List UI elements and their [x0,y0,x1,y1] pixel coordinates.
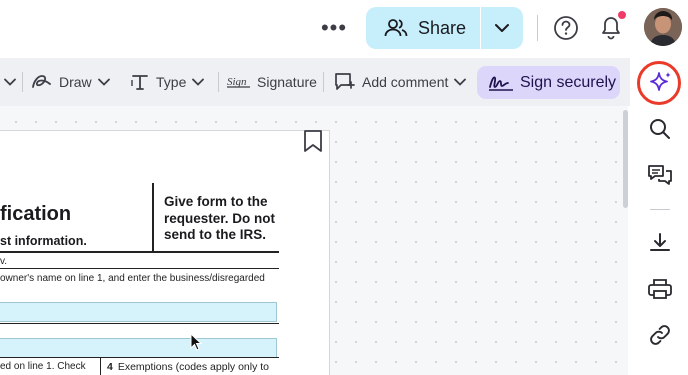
search-button[interactable] [645,114,675,144]
share-button-group: Share [366,7,523,49]
draw-icon [32,75,51,88]
chevron-down-icon [454,78,467,86]
rail-divider [650,209,670,210]
comments-button[interactable] [645,160,675,190]
share-options-button[interactable] [481,7,523,49]
chevron-down-icon [192,78,205,86]
form-column-divider [152,183,154,252]
form-title: fication [0,203,72,225]
signature-label: Signature [257,74,317,90]
type-tool[interactable]: Type [130,58,205,106]
form-rule [0,323,279,324]
print-button[interactable] [645,274,675,304]
help-button[interactable] [552,14,580,42]
header-divider [537,15,538,41]
help-icon [554,16,578,40]
form-instruction: Give form to the requester. Do not send … [164,194,276,242]
form-line-text: owner's name on line 1, and enter the bu… [0,273,265,284]
more-icon: ••• [320,15,348,40]
avatar[interactable] [644,8,682,46]
search-icon [650,119,670,139]
text-type-icon [131,75,148,90]
more-options-button[interactable]: ••• [318,14,350,42]
copy-link-button[interactable] [645,320,675,350]
classification-field[interactable] [0,338,277,358]
toolbar-divider [218,72,219,92]
toolbar-divider [323,72,324,92]
comments-icon [648,165,672,185]
edit-toolbar: Draw Type Sign Signature Add comment Sig… [0,58,630,106]
form-rule [0,251,279,253]
form-rule [0,268,279,269]
signature-pen-icon [489,76,513,91]
comment-add-icon [335,73,355,90]
user-photo-icon [644,8,682,46]
vertical-scrollbar[interactable] [623,110,628,208]
draw-label: Draw [59,74,92,90]
sparkle-ai-icon [650,72,671,91]
bookmark-icon [304,130,322,152]
notification-badge [617,10,627,20]
toolbar-divider [22,72,23,92]
form-line-text: ed on line 1. Check [0,361,86,372]
share-button[interactable]: Share [366,7,480,49]
ai-assistant-button[interactable] [645,68,675,98]
signature-icon: Sign [227,76,250,88]
add-comment-label: Add comment [362,74,449,90]
chevron-down-icon [495,24,509,32]
signature-tool[interactable]: Sign Signature [227,58,317,106]
sign-securely-button[interactable]: Sign securely [477,66,620,99]
sign-securely-label: Sign securely [520,73,617,91]
form-subtitle: st information. [0,234,87,248]
draw-tool[interactable]: Draw [31,58,110,106]
print-icon [648,279,672,299]
chevron-down-icon [97,78,110,86]
chevron-down-icon [4,78,16,86]
link-icon [650,325,670,345]
app-window: ••• Share Draw Type Sign Signature Add c… [0,0,688,375]
form-line-text: v. [0,256,8,267]
bookmark-button[interactable] [302,129,324,153]
mouse-cursor-icon [190,333,202,351]
download-button[interactable] [645,228,675,258]
exemptions-number: 4 [107,361,113,373]
svg-text:Sign: Sign [227,76,247,88]
top-header: ••• Share [0,0,688,56]
previous-tool-dropdown[interactable] [4,58,16,106]
people-icon [384,19,408,37]
add-comment-tool[interactable]: Add comment [334,58,467,106]
share-label: Share [418,17,467,38]
business-name-field[interactable] [0,302,277,322]
exemptions-text: Exemptions (codes apply only to [117,361,270,373]
download-icon [650,233,670,251]
form-column-divider [100,357,101,375]
exemptions-label: 4 Exemptions (codes apply only to [107,361,269,373]
form-rule [0,357,279,358]
type-label: Type [156,74,187,90]
